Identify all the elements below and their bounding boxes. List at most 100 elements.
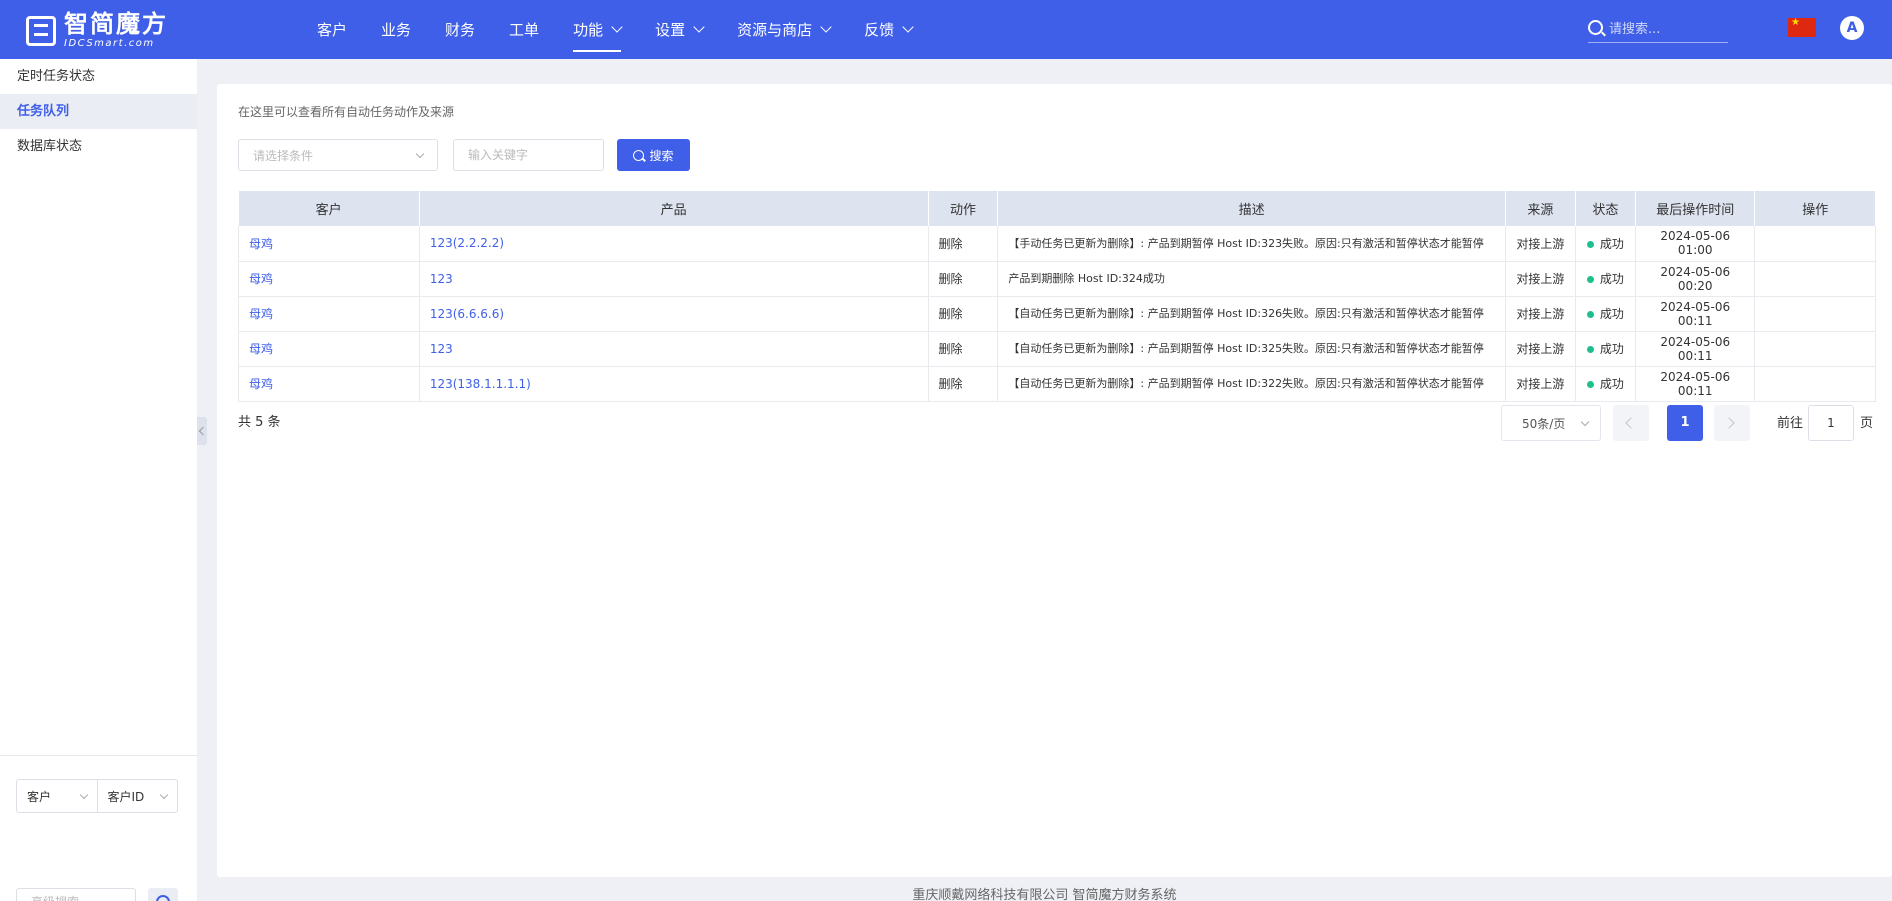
action-cell: 删除: [928, 331, 999, 367]
global-search[interactable]: 请搜索...: [1588, 13, 1728, 43]
advanced-search-button[interactable]: [148, 888, 178, 901]
task-queue-table: 客户 产品 动作 描述 来源 状态 最后操作时间 操作 母鸡 123(2.2.2.2) 删除 【手动…: [238, 191, 1876, 402]
total-count: 共 5 条: [238, 415, 281, 430]
brand-name: 智简魔方: [64, 10, 168, 38]
page-size-value: 50条/页: [1522, 416, 1566, 431]
operation-cell: [1754, 261, 1876, 297]
status-text: 成功: [1599, 272, 1624, 286]
global-search-placeholder: 请搜索...: [1609, 22, 1661, 37]
source-cell: 对接上游: [1505, 261, 1576, 297]
status-cell: 成功: [1575, 366, 1637, 402]
status-text: 成功: [1599, 236, 1624, 251]
product-link[interactable]: 123(138.1.1.1.1): [419, 366, 929, 402]
nav-item[interactable]: 资源与商店: [720, 0, 847, 59]
source-cell: 对接上游: [1505, 296, 1576, 332]
table-row: 母鸡 123(138.1.1.1.1) 删除 【自动任务已更新为删除】: 产品到期暂停…: [238, 366, 1876, 402]
sidebar-menu: 定时任务状态 任务队列 数据库状态: [0, 59, 197, 164]
nav-item[interactable]: 业务: [364, 0, 428, 59]
status-text: 成功: [1599, 342, 1624, 356]
nav-item[interactable]: 客户: [300, 0, 364, 59]
next-page-button[interactable]: [1714, 405, 1750, 441]
status-dot-icon: [1586, 276, 1594, 283]
sidebar-item[interactable]: 定时任务状态: [0, 59, 197, 94]
sidebar-filter-group: 客户 客户ID: [16, 779, 178, 813]
main-card: 在这里可以查看所有自动任务动作及来源 请选择条件 输入关键字 搜索 客户 产品 动作…: [217, 84, 1892, 877]
brand-domain: IDCSmart.com: [64, 38, 155, 49]
nav-item-label: 资源与商店: [737, 20, 813, 39]
sidebar-item[interactable]: 数据库状态: [0, 129, 197, 164]
nav-item-label: 反馈: [864, 20, 895, 39]
description-cell: 【自动任务已更新为删除】: 产品到期暂停 Host ID:326失败。原因:只有…: [997, 296, 1506, 332]
table-header: 客户 产品 动作 描述 来源 状态 最后操作时间 操作: [238, 191, 1876, 226]
column-header[interactable]: 描述: [997, 191, 1506, 226]
column-header[interactable]: 操作: [1754, 191, 1876, 226]
condition-select[interactable]: 请选择条件: [238, 139, 438, 171]
table-row: 母鸡 123 删除 【自动任务已更新为删除】: 产品到期暂停 Host ID:325失…: [238, 331, 1876, 367]
description-cell: 产品到期删除 Host ID:324成功: [997, 261, 1506, 297]
advanced-search-input[interactable]: 高级搜索: [16, 888, 136, 901]
sidebar-item[interactable]: 任务队列: [0, 94, 197, 129]
chevron-down-icon: [159, 790, 169, 799]
description-cell: 【手动任务已更新为删除】: 产品到期暂停 Host ID:323失败。原因:只有…: [997, 226, 1506, 262]
nav-item[interactable]: 工单: [492, 0, 556, 59]
nav-item[interactable]: 设置: [638, 0, 720, 59]
nav-item-label: 财务: [445, 20, 476, 39]
product-link[interactable]: 123: [419, 331, 929, 367]
filter-type-value: 客户: [27, 789, 52, 804]
page-number-current[interactable]: 1: [1667, 405, 1703, 441]
filter-type-select[interactable]: 客户: [17, 780, 97, 812]
column-header[interactable]: 动作: [928, 191, 999, 226]
column-header[interactable]: 客户: [238, 191, 420, 226]
column-header[interactable]: 来源: [1505, 191, 1576, 226]
nav-item-label: 功能: [573, 20, 604, 39]
status-cell: 成功: [1575, 226, 1637, 262]
brand-logo[interactable]: 智简魔方 IDCSmart.com: [26, 12, 168, 49]
language-flag-icon[interactable]: [1788, 17, 1816, 37]
operation-cell: [1754, 226, 1876, 262]
customer-link[interactable]: 母鸡: [238, 226, 420, 262]
column-header[interactable]: 状态: [1575, 191, 1637, 226]
goto-page-input[interactable]: 1: [1808, 405, 1854, 441]
status-dot-icon: [1586, 240, 1594, 248]
customer-link[interactable]: 母鸡: [238, 296, 420, 332]
sidebar-collapse-handle[interactable]: [197, 417, 207, 445]
nav-item[interactable]: 反馈: [847, 0, 929, 59]
goto-label: 前往: [1777, 416, 1804, 431]
goto-suffix: 页: [1860, 416, 1874, 431]
page-hint: 在这里可以查看所有自动任务动作及来源: [238, 105, 455, 119]
description-cell: 【自动任务已更新为删除】: 产品到期暂停 Host ID:322失败。原因:只有…: [997, 366, 1506, 402]
customer-link[interactable]: 母鸡: [238, 331, 420, 367]
operation-cell: [1754, 296, 1876, 332]
operation-cell: [1754, 331, 1876, 367]
time-cell: 2024-05-06 00:11: [1635, 331, 1756, 367]
column-header[interactable]: 最后操作时间: [1635, 191, 1756, 226]
product-link[interactable]: 123(6.6.6.6): [419, 296, 929, 332]
sidebar: 定时任务状态任务队列数据库状态 客户 客户ID 高级搜索: [0, 59, 197, 901]
nav-item-label: 工单: [509, 20, 540, 39]
user-avatar[interactable]: A: [1840, 16, 1864, 40]
status-cell: 成功: [1575, 296, 1637, 332]
page-size-select[interactable]: 50条/页: [1501, 405, 1601, 441]
search-button[interactable]: 搜索: [617, 139, 690, 171]
source-cell: 对接上游: [1505, 366, 1576, 402]
search-button-label: 搜索: [649, 148, 674, 163]
nav-item-label: 设置: [655, 20, 686, 39]
main-nav: 客户 业务 财务 工单 功能 设置 资源与商店 反馈: [300, 0, 929, 59]
column-header[interactable]: 产品: [419, 191, 929, 226]
nav-item[interactable]: 功能: [556, 0, 638, 59]
sidebar-divider: [0, 755, 197, 756]
chevron-down-icon: [611, 21, 623, 33]
action-cell: 删除: [928, 296, 999, 332]
status-dot-icon: [1586, 381, 1594, 388]
chevron-down-icon: [820, 21, 832, 33]
customer-link[interactable]: 母鸡: [238, 261, 420, 297]
description-cell: 【自动任务已更新为删除】: 产品到期暂停 Host ID:325失败。原因:只有…: [997, 331, 1506, 367]
product-link[interactable]: 123(2.2.2.2): [419, 226, 929, 262]
customer-link[interactable]: 母鸡: [238, 366, 420, 402]
chevron-down-icon: [693, 21, 705, 33]
keyword-input[interactable]: 输入关键字: [453, 139, 604, 171]
prev-page-button[interactable]: [1613, 405, 1649, 441]
nav-item[interactable]: 财务: [428, 0, 492, 59]
product-link[interactable]: 123: [419, 261, 929, 297]
filter-field-select[interactable]: 客户ID: [96, 780, 178, 812]
